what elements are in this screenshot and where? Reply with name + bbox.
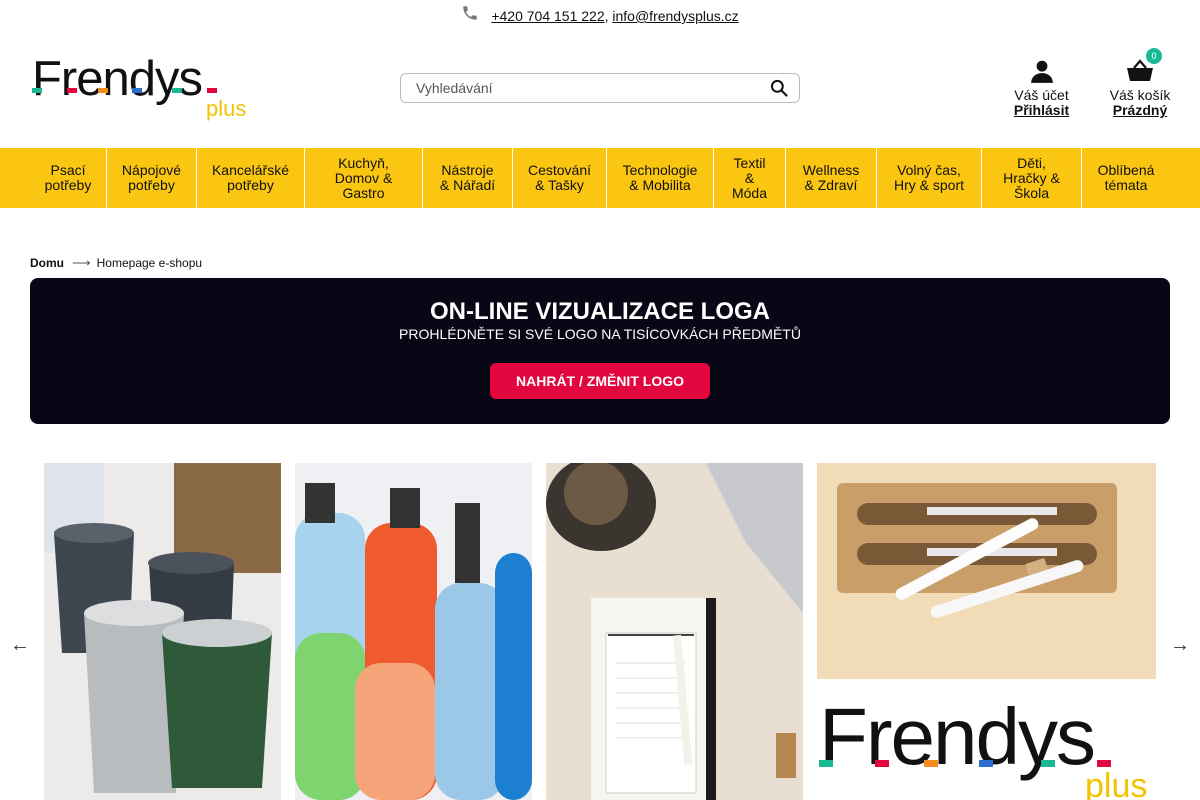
logo-plus: plus xyxy=(206,96,247,121)
site-logo[interactable]: Frendys plus xyxy=(32,50,256,126)
contact-separator: , xyxy=(604,8,609,24)
login-link[interactable]: Přihlásit xyxy=(1004,103,1079,118)
contact-bar: +420 704 151 222, info@frendysplus.cz xyxy=(0,0,1200,32)
phone-link[interactable]: +420 704 151 222 xyxy=(491,8,604,24)
nav-item[interactable]: Kuchyň, Domov & Gastro xyxy=(305,148,423,208)
bottles-image xyxy=(295,463,532,800)
nav-item[interactable]: Textil & Móda xyxy=(714,148,786,208)
breadcrumb-arrow-icon: ⟶ xyxy=(72,255,91,270)
email-link[interactable]: info@frendysplus.cz xyxy=(612,8,738,24)
nav-item[interactable]: Kancelářské potřeby xyxy=(197,148,305,208)
nav-item[interactable]: Psací potřeby xyxy=(30,148,107,208)
search-box xyxy=(400,73,800,103)
cart-count-badge: 0 xyxy=(1146,48,1162,64)
nav-item[interactable]: Wellness & Zdraví xyxy=(786,148,877,208)
search-icon[interactable] xyxy=(769,78,789,98)
banner-subtitle: PROHLÉDNĚTE SI SVÉ LOGO NA TISÍCOVKÁCH P… xyxy=(399,326,801,342)
carousel-tile-notebook[interactable] xyxy=(546,463,803,800)
steel-cups-image xyxy=(44,463,281,800)
carousel-tile-pens[interactable] xyxy=(817,463,1156,679)
carousel-next-button[interactable]: → xyxy=(1169,634,1191,657)
category-nav: Psací potřeby Nápojové potřeby Kancelářské… xyxy=(0,148,1200,208)
carousel-tile-bottles[interactable] xyxy=(295,463,532,800)
breadcrumb-home[interactable]: Domu xyxy=(30,256,64,270)
phone-icon xyxy=(463,6,478,20)
nav-item[interactable]: Nástroje & Nářadí xyxy=(423,148,513,208)
carousel-tile-cups[interactable] xyxy=(44,463,281,800)
search-input[interactable] xyxy=(416,80,769,96)
banner-title: ON-LINE VIZUALIZACE LOGA xyxy=(430,298,770,325)
nav-item[interactable]: Volný čas, Hry & sport xyxy=(877,148,982,208)
breadcrumb-current: Homepage e-shopu xyxy=(96,256,203,270)
notebook-image xyxy=(546,463,803,800)
logo-wordmark: Frendys xyxy=(32,52,203,106)
pens-image xyxy=(817,463,1156,679)
nav-item[interactable]: Děti, Hračky & Škola xyxy=(982,148,1082,208)
brand-plus: plus xyxy=(1085,767,1148,800)
nav-item[interactable]: Nápojové potřeby xyxy=(107,148,197,208)
nav-item[interactable]: Technologie & Mobilita xyxy=(607,148,714,208)
account-widget[interactable]: Váš účet Přihlásit xyxy=(1004,58,1079,118)
logo-visualization-banner: ON-LINE VIZUALIZACE LOGA PROHLÉDNĚTE SI … xyxy=(30,278,1170,424)
upload-logo-button[interactable]: NAHRÁT / ZMĚNIT LOGO xyxy=(490,363,710,399)
carousel-tile-brand[interactable]: Frendys plus xyxy=(817,690,1156,800)
nav-item[interactable]: Cestování & Tašky xyxy=(513,148,607,208)
cart-status-link[interactable]: Prázdný xyxy=(1104,103,1176,118)
cart-label: Váš košík xyxy=(1109,87,1171,103)
account-label: Váš účet xyxy=(1014,87,1069,103)
breadcrumb: Domu ⟶ Homepage e-shopu xyxy=(30,255,202,271)
nav-item[interactable]: Oblíbená témata xyxy=(1082,148,1170,208)
cart-widget[interactable]: 0 Váš košík Prázdný xyxy=(1104,48,1176,118)
user-icon xyxy=(1030,60,1053,83)
carousel-prev-button[interactable]: ← xyxy=(9,634,31,657)
